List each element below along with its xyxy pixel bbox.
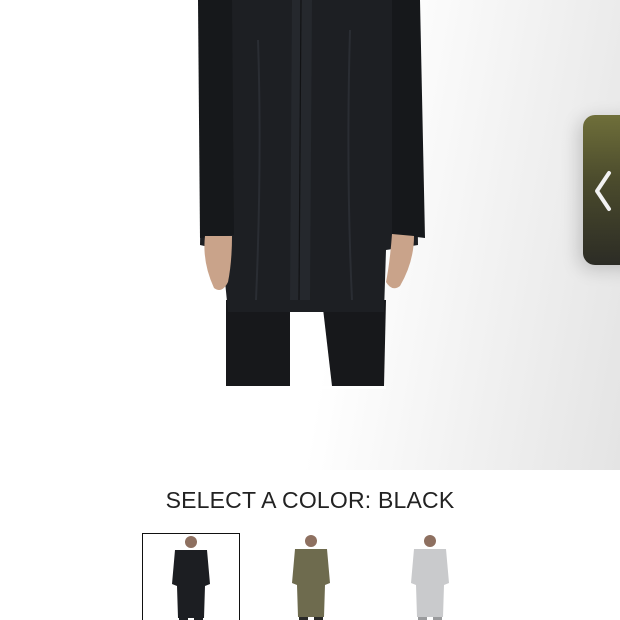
color-selection-label: SELECT A COLOR: BLACK [0,487,620,514]
product-image-area [0,0,620,470]
gallery-drawer-tab[interactable] [583,115,620,265]
coat-on-model-image [198,0,425,389]
swatch-grey-image [411,535,449,620]
color-swatch-grey[interactable] [382,533,480,620]
swatch-black-image [172,536,210,620]
chevron-left-icon [595,171,611,211]
swatch-olive-image [292,535,330,620]
selected-color-value: BLACK [377,487,455,513]
color-swatch-olive[interactable] [262,533,360,620]
color-swatch-black[interactable] [142,533,240,620]
color-heading: SELECT A COLOR: [165,487,372,513]
